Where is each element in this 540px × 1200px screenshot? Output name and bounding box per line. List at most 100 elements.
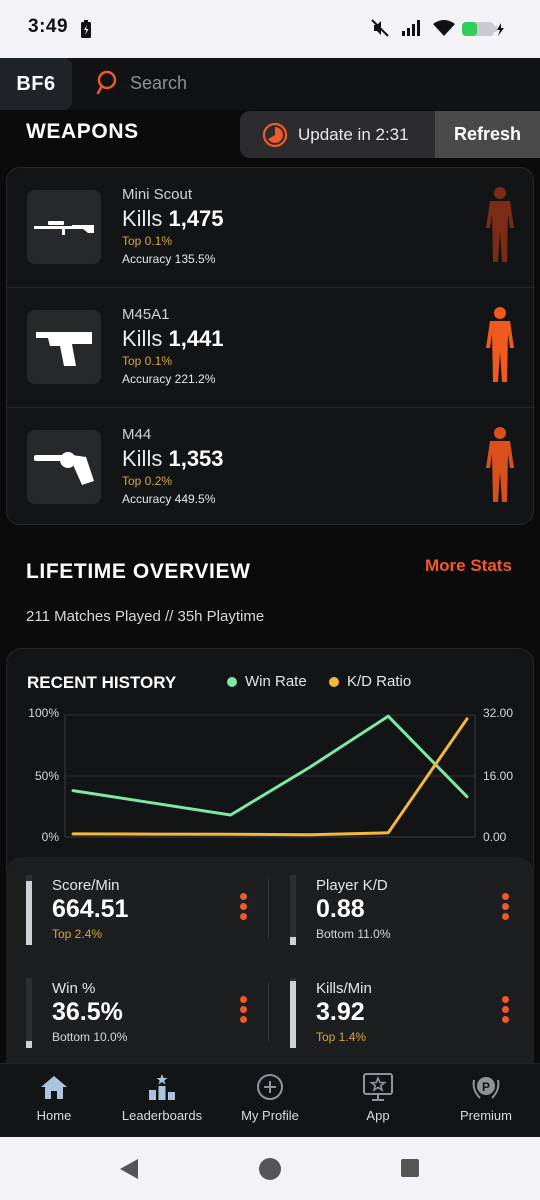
update-countdown: Update in 2:31 <box>298 124 409 144</box>
mute-icon <box>371 19 389 37</box>
search-input[interactable]: Search <box>130 73 187 94</box>
stat-level-fill <box>26 881 32 945</box>
weapon-rank: Top 0.1% <box>122 234 173 248</box>
weapon-row-2[interactable]: M44 Kills 1,353 Top 0.2% Accuracy 449.5% <box>7 407 535 527</box>
stat-name: Win % <box>52 980 96 997</box>
update-banner: Update in 2:31 Refresh <box>240 111 540 158</box>
app-logo[interactable]: BF6 <box>0 58 72 110</box>
weapon-rank: Top 0.2% <box>122 474 173 488</box>
back-icon[interactable] <box>118 1157 140 1181</box>
series-line-win-rate <box>71 714 469 817</box>
signal-icon <box>402 20 420 36</box>
legend-dot <box>227 676 237 687</box>
divider <box>268 982 269 1042</box>
stat-value: 664.51 <box>52 895 129 923</box>
nav-label: App <box>366 1108 390 1123</box>
hit-silhouette-icon <box>486 427 514 502</box>
y2-tick-label: 16.00 <box>483 769 513 783</box>
more-stats-link[interactable]: More Stats <box>425 556 512 576</box>
weapon-name: Mini Scout <box>122 186 193 203</box>
battery-saver-icon <box>81 20 91 38</box>
more-options-icon[interactable] <box>502 996 512 1026</box>
weapon-row-0[interactable]: Mini Scout Kills 1,475 Top 0.1% Accuracy… <box>7 168 535 288</box>
stat-tile: Win % 36.5% Bottom 10.0% <box>26 978 266 1058</box>
stat-rank: Top 2.4% <box>52 927 103 941</box>
refresh-button[interactable]: Refresh <box>435 111 540 158</box>
stat-value: 36.5% <box>52 998 123 1026</box>
home-circle-icon[interactable] <box>258 1157 282 1181</box>
more-options-icon[interactable] <box>240 996 250 1026</box>
add-circle-icon <box>257 1074 283 1100</box>
revolver-icon <box>27 430 101 504</box>
stat-value: 0.88 <box>316 895 365 923</box>
legend-win-rate: Win Rate <box>227 673 307 690</box>
stat-rank: Bottom 10.0% <box>52 1030 128 1044</box>
search-bar[interactable]: Search <box>96 70 187 96</box>
weapon-accuracy: Accuracy 135.5% <box>122 252 216 266</box>
stat-level-bar <box>290 875 296 945</box>
legend-dot <box>329 676 339 687</box>
stat-tile: Kills/Min 3.92 Top 1.4% <box>290 978 530 1058</box>
battery-icon <box>462 22 504 36</box>
stat-level-fill <box>26 1041 32 1048</box>
more-options-icon[interactable] <box>502 893 512 923</box>
status-bar: 3:49 <box>0 0 540 58</box>
weapon-accuracy: Accuracy 449.5% <box>122 492 216 506</box>
wifi-icon <box>433 20 455 36</box>
weapon-name: M44 <box>122 426 152 443</box>
stat-tile: Score/Min 664.51 Top 2.4% <box>26 875 266 955</box>
home-icon <box>41 1076 67 1099</box>
y-tick-label: 0% <box>42 830 60 844</box>
app-star-icon <box>363 1073 393 1101</box>
pistol-icon <box>27 310 101 384</box>
more-options-icon[interactable] <box>240 893 250 923</box>
stat-value: 3.92 <box>316 998 365 1026</box>
y-tick-label: 100% <box>28 706 59 720</box>
stat-level-fill <box>290 981 296 1048</box>
y2-tick-label: 0.00 <box>483 830 507 844</box>
premium-badge-icon: P <box>472 1077 500 1099</box>
y-tick-label: 50% <box>35 769 59 783</box>
main-content[interactable]: WEAPONS Update in 2:31 Refresh Mini Scou… <box>0 110 540 1063</box>
leaderboard-icon <box>149 1074 175 1100</box>
legend-kd-ratio: K/D Ratio <box>329 673 411 690</box>
weapon-kills: Kills 1,353 <box>122 446 224 471</box>
stat-rank: Bottom 11.0% <box>316 927 391 941</box>
hit-silhouette-icon <box>486 187 514 262</box>
stat-name: Score/Min <box>52 877 120 894</box>
nav-label: My Profile <box>241 1108 299 1123</box>
stat-level-bar <box>26 978 32 1048</box>
stat-level-bar <box>26 875 32 945</box>
weapon-row-1[interactable]: M45A1 Kills 1,441 Top 0.1% Accuracy 221.… <box>7 287 535 407</box>
lifetime-title: LIFETIME OVERVIEW <box>26 560 251 583</box>
lifetime-summary: 211 Matches Played // 35h Playtime <box>26 608 265 625</box>
weapon-accuracy: Accuracy 221.2% <box>122 372 216 386</box>
recents-icon[interactable] <box>400 1158 420 1178</box>
search-icon <box>96 70 117 95</box>
nav-home[interactable]: Home <box>0 1072 108 1123</box>
y2-tick-label: 32.00 <box>483 706 513 720</box>
weapons-title: WEAPONS <box>26 120 139 143</box>
stat-level-fill <box>290 937 296 945</box>
sniper-rifle-icon <box>27 190 101 264</box>
recent-history-chart: 100% 50% 0% 32.00 16.00 0.00 <box>28 706 513 844</box>
nav-leaderboards[interactable]: Leaderboards <box>108 1072 216 1123</box>
nav-my-profile[interactable]: My Profile <box>216 1072 324 1123</box>
hit-silhouette-icon <box>486 307 514 382</box>
nav-label: Premium <box>459 1108 512 1123</box>
nav-app[interactable]: App <box>324 1072 432 1123</box>
timer-icon <box>262 122 288 147</box>
weapons-card: Mini Scout Kills 1,475 Top 0.1% Accuracy… <box>6 167 535 527</box>
status-time: 3:49 <box>28 16 69 37</box>
bottom-nav: Home Leaderboards My Profile App P Premi… <box>0 1063 540 1137</box>
divider <box>268 879 269 939</box>
stat-rank: Top 1.4% <box>316 1030 367 1044</box>
stat-name: Kills/Min <box>316 980 372 997</box>
stat-tile: Player K/D 0.88 Bottom 11.0% <box>290 875 530 955</box>
svg-text:P: P <box>482 1080 490 1094</box>
nav-label: Leaderboards <box>121 1108 203 1123</box>
system-nav-bar <box>0 1137 540 1200</box>
weapon-kills: Kills 1,441 <box>122 326 224 351</box>
stat-level-bar <box>290 978 296 1048</box>
nav-premium[interactable]: P Premium <box>432 1072 540 1123</box>
